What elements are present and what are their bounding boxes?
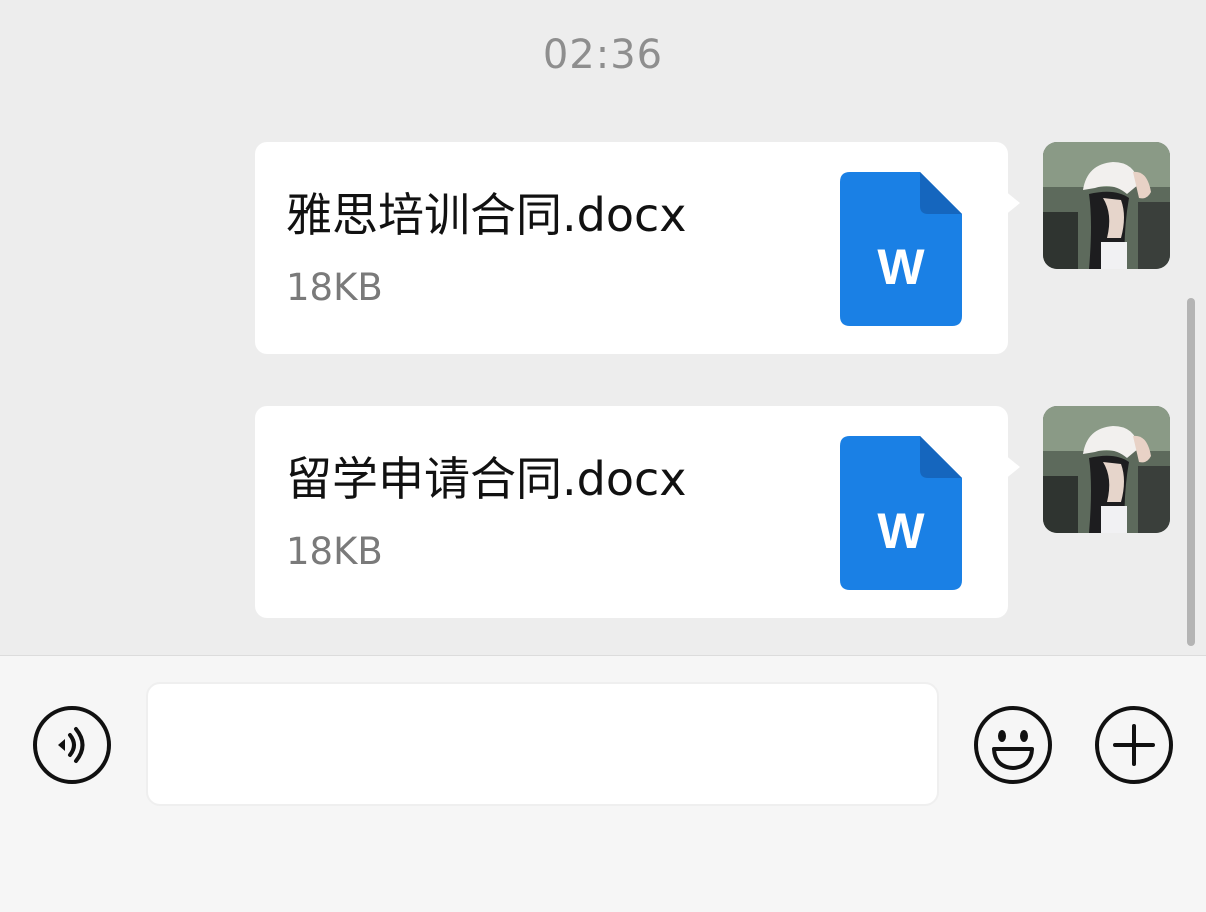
message-row: 留学申请合同.docx 18KB W [0,406,1206,620]
emoji-button[interactable] [973,705,1053,785]
file-size: 18KB [286,266,383,309]
emoji-icon [974,706,1052,784]
word-document-icon: W [840,172,962,326]
chat-area: 02:36 雅思培训合同.docx 18KB W 留学申请合同.docx 18K… [0,0,1206,655]
chat-scrollbar[interactable] [1187,298,1195,646]
message-input[interactable] [146,682,939,806]
avatar[interactable] [1043,142,1170,269]
voice-icon [33,706,111,784]
more-button[interactable] [1094,705,1174,785]
message-timestamp: 02:36 [542,32,664,78]
voice-button[interactable] [32,705,112,785]
word-letter: W [877,503,925,559]
avatar-image [1043,142,1170,269]
message-row: 雅思培训合同.docx 18KB W [0,142,1206,356]
avatar-image [1043,406,1170,533]
input-bar [0,655,1206,912]
file-message-bubble[interactable]: 雅思培训合同.docx 18KB W [255,142,1008,354]
file-message-bubble[interactable]: 留学申请合同.docx 18KB W [255,406,1008,618]
file-size: 18KB [286,530,383,573]
word-document-icon: W [840,436,962,590]
bubble-tail [1004,454,1020,480]
file-name: 雅思培训合同.docx [286,188,687,242]
file-name: 留学申请合同.docx [286,452,687,506]
word-letter: W [877,239,925,295]
plus-icon [1095,706,1173,784]
bubble-tail [1004,190,1020,216]
avatar[interactable] [1043,406,1170,533]
